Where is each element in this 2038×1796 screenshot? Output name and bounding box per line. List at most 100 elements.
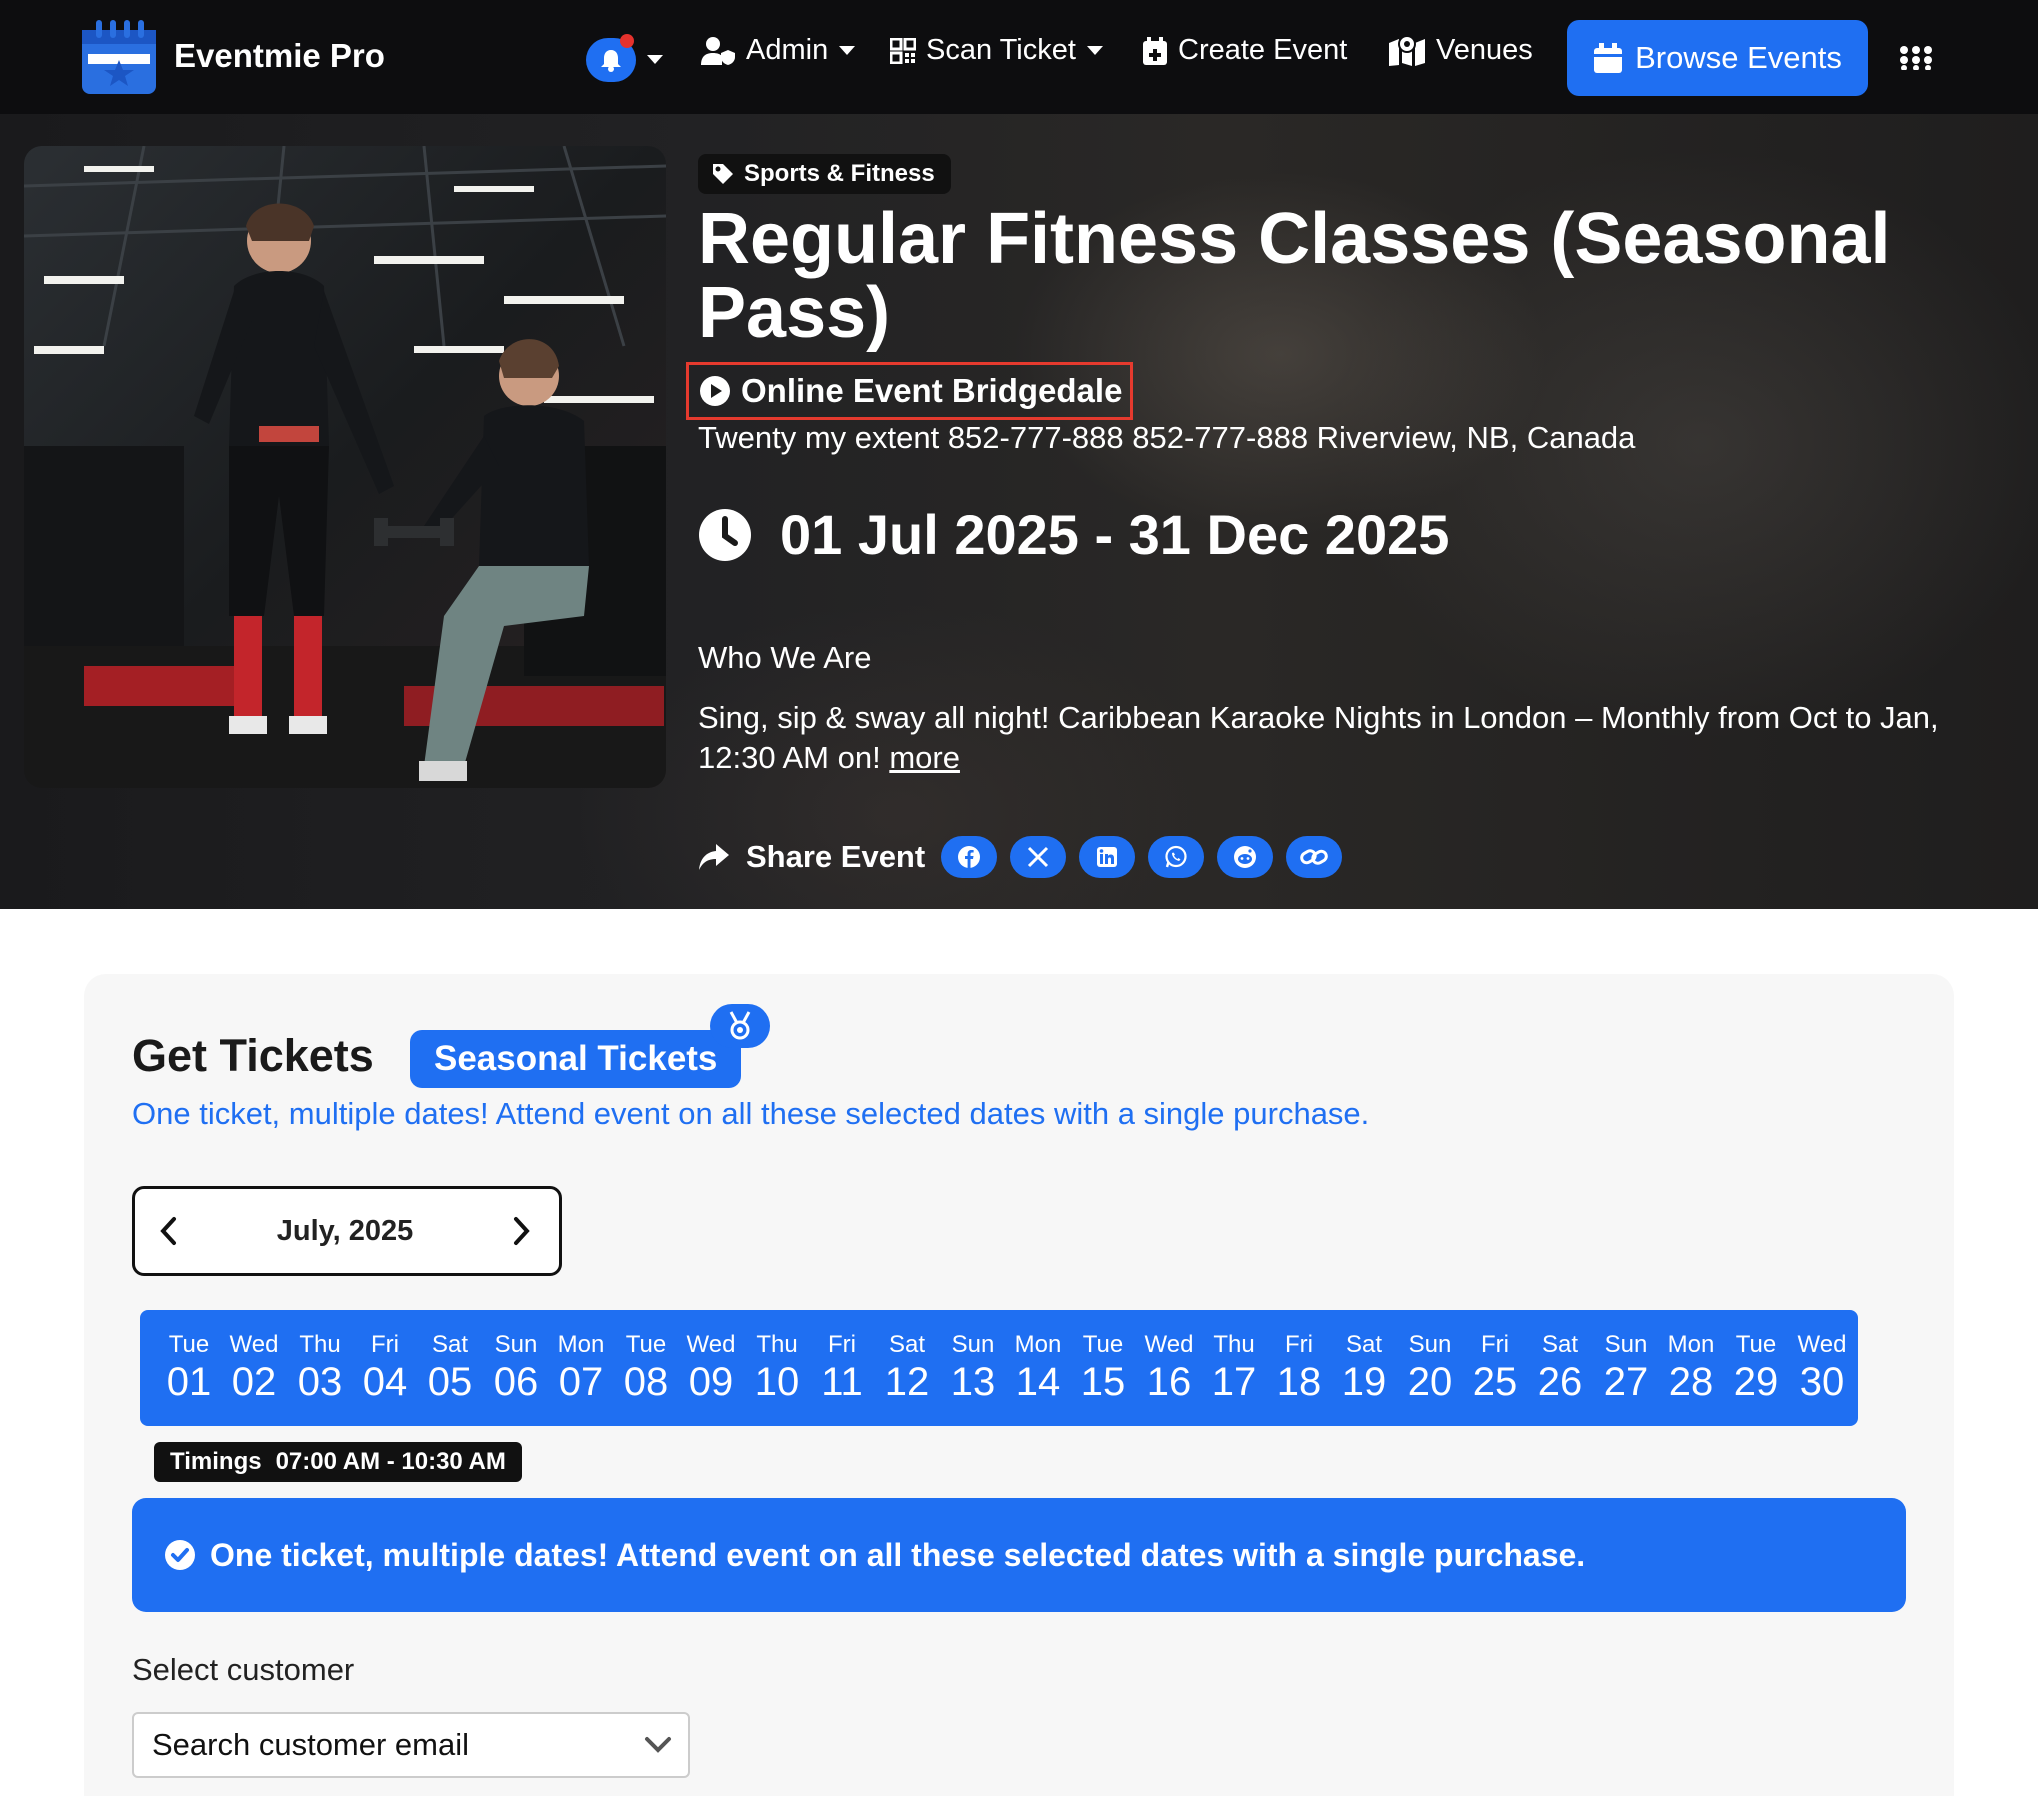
event-title: Regular Fitness Classes (Seasonal Pass) [698, 199, 1891, 353]
category-label: Sports & Fitness [744, 160, 935, 187]
nav-admin[interactable]: Admin [700, 34, 856, 67]
clock-icon [699, 508, 751, 561]
date-option-29[interactable]: Tue 29 [1721, 1331, 1791, 1405]
date-weekday: Tue [1735, 1331, 1777, 1358]
brand[interactable]: Eventmie Pro [80, 16, 385, 96]
date-option-08[interactable]: Tue 08 [611, 1331, 681, 1405]
date-option-17[interactable]: Thu 17 [1199, 1331, 1269, 1405]
customer-email-select[interactable]: Search customer email [132, 1712, 690, 1778]
date-number: 30 [1799, 1360, 1845, 1404]
date-number: 02 [231, 1360, 277, 1404]
date-option-11[interactable]: Fri 11 [807, 1331, 877, 1405]
date-option-06[interactable]: Sun 06 [481, 1331, 551, 1405]
date-option-16[interactable]: Wed 16 [1134, 1332, 1204, 1405]
share-whatsapp-button[interactable] [1148, 836, 1205, 878]
date-option-20[interactable]: Sun 20 [1395, 1331, 1465, 1405]
date-range-text: 01 Jul 2025 - 31 Dec 2025 [780, 503, 1450, 566]
seasonal-tickets-badge: Seasonal Tickets [410, 1030, 742, 1088]
date-option-13[interactable]: Sun 13 [938, 1331, 1008, 1405]
date-number: 01 [166, 1360, 212, 1404]
date-option-03[interactable]: Thu 03 [285, 1332, 355, 1405]
date-option-27[interactable]: Sun 27 [1591, 1331, 1661, 1405]
date-number: 17 [1211, 1360, 1257, 1404]
date-option-02[interactable]: Wed 02 [219, 1331, 289, 1405]
month-label: July, 2025 [276, 1214, 414, 1247]
date-weekday: Wed [686, 1331, 736, 1358]
date-weekday: Tue [625, 1331, 667, 1358]
browse-events-button[interactable]: Browse Events [1567, 20, 1868, 96]
date-option-15[interactable]: Tue 15 [1068, 1332, 1138, 1405]
date-option-18[interactable]: Fri 18 [1264, 1332, 1334, 1405]
date-option-10[interactable]: Thu 10 [742, 1332, 812, 1405]
date-option-26[interactable]: Sat 26 [1525, 1332, 1595, 1405]
date-weekday: Sun [1604, 1331, 1648, 1358]
chevron-down-icon [645, 1737, 671, 1753]
calendar-plus-icon [1143, 36, 1167, 65]
date-option-25[interactable]: Fri 25 [1460, 1331, 1530, 1405]
share-facebook-button[interactable] [941, 836, 998, 878]
chevron-down-icon [839, 45, 856, 55]
select-customer-label: Select customer [132, 1652, 355, 1687]
bell-button[interactable] [586, 34, 636, 82]
share-linkedin-button[interactable] [1079, 836, 1136, 878]
date-weekday: Sun [1408, 1331, 1452, 1358]
nav-create-label: Create Event [1178, 34, 1348, 66]
date-option-12[interactable]: Sat 12 [872, 1331, 942, 1405]
apps-grid-icon[interactable] [1900, 46, 1932, 70]
date-weekday: Thu [1213, 1331, 1255, 1358]
date-option-04[interactable]: Fri 04 [350, 1332, 420, 1405]
date-option-30[interactable]: Wed 30 [1787, 1332, 1857, 1405]
browse-events-label: Browse Events [1635, 40, 1842, 75]
date-weekday: Mon [1014, 1331, 1062, 1358]
share-reddit-button[interactable] [1217, 836, 1274, 878]
info-message: One ticket, multiple dates! Attend event… [210, 1536, 1586, 1573]
venue-name-highlighted[interactable]: Online Event Bridgedale [686, 362, 1134, 420]
nav-scan-ticket[interactable]: Scan Ticket [890, 34, 1104, 67]
date-option-05[interactable]: Sat 05 [415, 1332, 485, 1405]
date-weekday: Fri [1481, 1331, 1509, 1358]
nav-venues-label: Venues [1436, 34, 1533, 66]
date-number: 29 [1733, 1360, 1779, 1404]
date-weekday: Wed [229, 1331, 279, 1358]
event-cover-image [24, 146, 666, 788]
tickets-subtitle: One ticket, multiple dates! Attend event… [132, 1096, 1370, 1131]
date-weekday: Sat [1345, 1331, 1383, 1358]
chevron-right-icon[interactable] [513, 1216, 531, 1246]
date-option-28[interactable]: Mon 28 [1656, 1332, 1726, 1405]
date-weekday: Sun [494, 1331, 538, 1358]
more-link[interactable]: more [889, 740, 960, 775]
date-option-01[interactable]: Tue 01 [154, 1332, 224, 1405]
nav-create-event[interactable]: Create Event [1142, 34, 1347, 67]
map-location-icon [1389, 34, 1425, 66]
date-weekday: Sat [888, 1331, 926, 1358]
date-number: 13 [950, 1360, 996, 1404]
date-option-19[interactable]: Sat 19 [1329, 1331, 1399, 1405]
category-tag[interactable]: Sports & Fitness [698, 154, 951, 194]
date-selector-strip: Tue 01 Wed 02 Thu 03 Fri 04 Sat 05 Sun 06 Mon 07 Tue 08… [140, 1310, 1858, 1426]
date-number: 20 [1407, 1360, 1453, 1404]
date-weekday: Fri [828, 1331, 856, 1358]
date-number: 18 [1276, 1360, 1322, 1404]
date-option-09[interactable]: Wed 09 [676, 1331, 746, 1405]
nav-venues[interactable]: Venues [1388, 34, 1533, 67]
nav-admin-label: Admin [746, 34, 829, 66]
copy-link-button[interactable] [1286, 836, 1343, 878]
get-tickets-heading: Get Tickets [132, 1030, 374, 1081]
share-x-button[interactable] [1010, 836, 1067, 878]
medal-icon [729, 1011, 751, 1040]
date-weekday: Sun [951, 1331, 995, 1358]
check-circle-icon [165, 1540, 195, 1570]
brand-name: Eventmie Pro [174, 37, 385, 74]
date-option-14[interactable]: Mon 14 [1003, 1331, 1073, 1405]
date-number: 19 [1341, 1360, 1387, 1404]
notifications-dropdown[interactable] [586, 34, 664, 82]
bell-icon [601, 50, 621, 72]
date-number: 10 [754, 1360, 800, 1404]
timings-label: Timings [170, 1448, 262, 1475]
date-number: 26 [1537, 1360, 1583, 1404]
date-number: 09 [688, 1360, 734, 1404]
date-number: 08 [623, 1360, 669, 1404]
date-number: 28 [1668, 1360, 1714, 1404]
chevron-left-icon[interactable] [159, 1216, 177, 1246]
date-option-07[interactable]: Mon 07 [546, 1332, 616, 1405]
